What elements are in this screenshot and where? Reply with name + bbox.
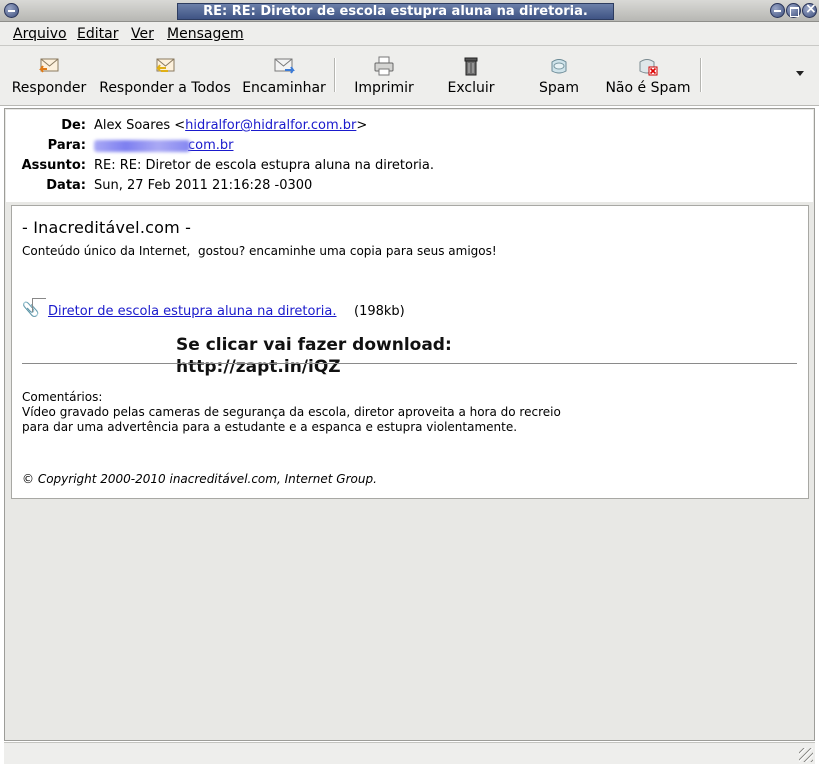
menu-editar[interactable]: Editar (77, 26, 118, 42)
header-date-value: Sun, 27 Feb 2011 21:16:28 -0300 (94, 178, 313, 193)
printer-icon (374, 56, 394, 76)
delete-label: Excluir (447, 80, 495, 96)
forward-label: Encaminhar (242, 80, 326, 96)
from-close-bracket: > (356, 118, 368, 133)
spam-icon (551, 59, 567, 74)
menu-arquivo[interactable]: Arquivo (13, 26, 67, 42)
attachment-link[interactable]: Diretor de escola estupra aluna na diret… (48, 304, 337, 319)
spam-button[interactable]: Spam (520, 46, 598, 104)
header-subject-label: Assunto: (21, 158, 86, 173)
divider (22, 363, 797, 364)
reply-icon (39, 58, 59, 73)
reply-all-icon (156, 58, 175, 72)
not-spam-button[interactable]: Não é Spam (602, 46, 694, 104)
reply-button[interactable]: Responder (6, 46, 92, 104)
reply-all-button[interactable]: Responder a Todos (95, 46, 235, 104)
menu-mensagem-label: Mensagem (167, 26, 244, 42)
site-title: - Inacreditável.com - (22, 218, 192, 237)
comments-block: Comentários: Vídeo gravado pelas cameras… (22, 390, 561, 435)
reply-all-label: Responder a Todos (99, 80, 231, 96)
header-from-value: Alex Soares <hidralfor@hidralfor.com.br> (94, 118, 367, 133)
trash-icon (464, 57, 478, 76)
to-email-link[interactable]: com.br (94, 138, 234, 153)
close-icon[interactable] (802, 1, 817, 18)
menu-arquivo-label: Arquivo (13, 26, 67, 42)
to-email-visible: com.br (188, 138, 234, 153)
print-label: Imprimir (354, 80, 414, 96)
window-menu-icon[interactable] (4, 3, 19, 18)
menu-bar: Arquivo Editar Ver Mensagem (0, 22, 819, 46)
comments-line-1: Vídeo gravado pelas cameras de segurança… (22, 405, 561, 419)
menu-mensagem[interactable]: Mensagem (167, 26, 244, 42)
not-spam-label: Não é Spam (605, 80, 691, 96)
overlay-line-1: Se clicar vai fazer download: (176, 335, 452, 355)
minimize-icon[interactable] (770, 3, 785, 18)
status-bar (4, 742, 815, 764)
menu-ver-label: Ver (131, 26, 154, 42)
toolbar-separator (700, 58, 702, 92)
spam-label: Spam (539, 80, 579, 96)
message-pane: De: Alex Soares <hidralfor@hidralfor.com… (4, 108, 815, 741)
intro-text: Conteúdo único da Internet, gostou? enca… (22, 244, 497, 258)
title-bar: RE: RE: Diretor de escola estupra aluna … (0, 0, 819, 22)
window-title: RE: RE: Diretor de escola estupra aluna … (177, 3, 614, 20)
menu-ver[interactable]: Ver (131, 26, 154, 42)
overlay-text: Se clicar vai fazer download: http://zap… (176, 334, 452, 378)
header-to-label: Para: (47, 138, 86, 153)
toolbar-separator (334, 58, 336, 92)
copyright-text: © Copyright 2000-2010 inacreditável.com,… (22, 472, 377, 486)
attachment-size: (198kb) (354, 304, 405, 319)
attachment-thumbnail (32, 298, 46, 312)
message-body: - Inacreditável.com - Conteúdo único da … (11, 205, 809, 499)
toolbar: Responder Responder a Todos Encaminhar I… (0, 46, 819, 106)
forward-button[interactable]: Encaminhar (240, 46, 328, 104)
comments-label: Comentários: (22, 390, 103, 404)
menu-editar-label: Editar (77, 26, 119, 42)
delete-button[interactable]: Excluir (432, 46, 510, 104)
maximize-icon[interactable] (786, 3, 801, 18)
resize-grip-icon[interactable] (799, 748, 813, 762)
toolbar-overflow-arrow-icon[interactable] (796, 71, 804, 76)
comments-line-2: para dar uma advertência para a estudant… (22, 420, 518, 434)
forward-icon (274, 58, 295, 74)
overlay-line-2: http://zapt.in/iQZ (176, 357, 341, 377)
header-date-label: Data: (46, 178, 86, 193)
from-email-link[interactable]: hidralfor@hidralfor.com.br (185, 118, 356, 133)
not-spam-icon (639, 59, 658, 76)
redacted-email-blur (94, 139, 190, 152)
header-subject-value: RE: RE: Diretor de escola estupra aluna … (94, 158, 435, 173)
reply-label: Responder (11, 80, 87, 96)
header-from-label: De: (61, 118, 86, 133)
from-name: Alex Soares < (94, 118, 186, 133)
message-headers: De: Alex Soares <hidralfor@hidralfor.com… (6, 110, 813, 202)
print-button[interactable]: Imprimir (345, 46, 423, 104)
